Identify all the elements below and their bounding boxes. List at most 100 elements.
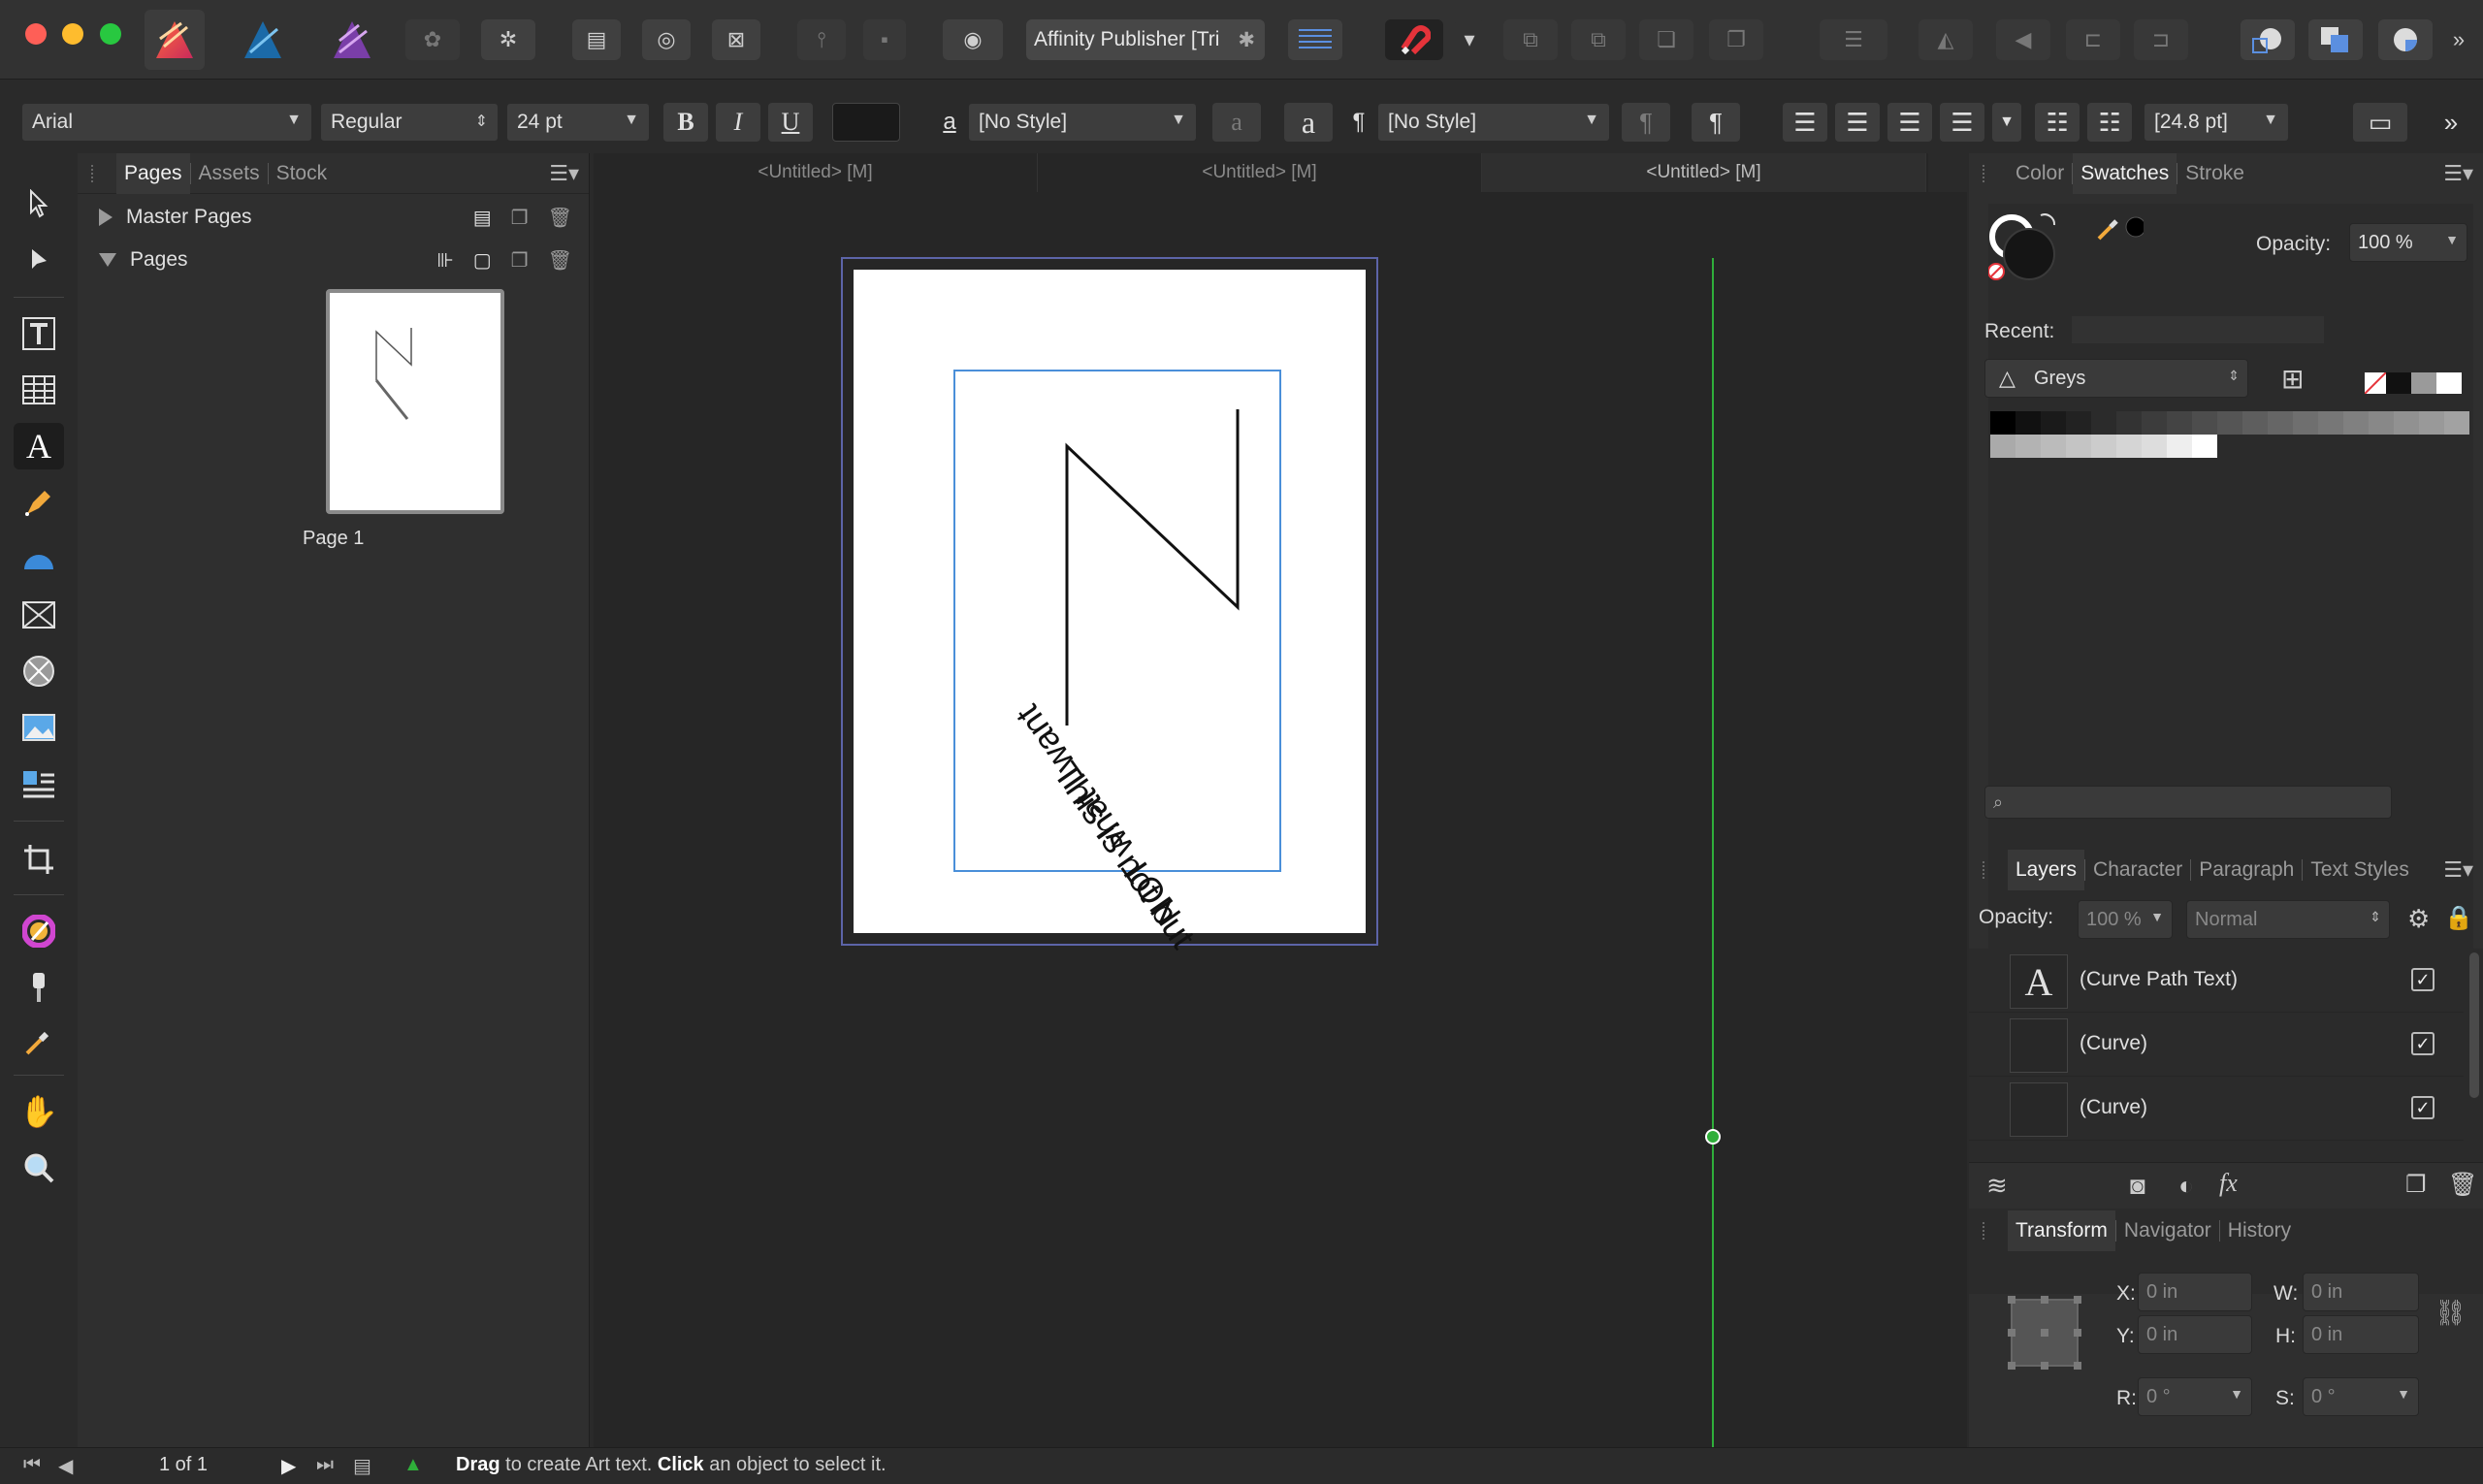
panel-menu-icon[interactable]: ☰▾ [2443, 857, 2473, 883]
swatch[interactable] [2192, 411, 2217, 435]
palette-view-icon[interactable]: ⊞ [2281, 363, 2304, 395]
boolean-add-icon[interactable] [2241, 19, 2295, 60]
w-field[interactable]: 0 in [2303, 1273, 2419, 1311]
tab-assets[interactable]: Assets [191, 153, 268, 194]
align-icon[interactable]: ☰ [1820, 19, 1887, 60]
swatch[interactable] [2015, 411, 2041, 435]
baseline-grid-icon[interactable] [1288, 19, 1342, 60]
alignment-dropdown-icon[interactable]: ▼ [1992, 103, 2021, 142]
shear-field[interactable]: 0 ° ▼ [2303, 1377, 2419, 1416]
rotate-left-icon[interactable]: ⊏ [2066, 19, 2120, 60]
fill-tool-icon[interactable] [14, 908, 64, 954]
bullet-list-button[interactable]: ☷ [2035, 103, 2080, 142]
collapse-triangle-icon[interactable] [99, 253, 116, 267]
anchor-selector-icon[interactable] [2006, 1294, 2083, 1371]
y-field[interactable]: 0 in [2138, 1315, 2252, 1354]
move-to-back-icon[interactable]: ❐ [1709, 19, 1763, 60]
preview-eye-icon[interactable]: ◉ [943, 19, 1003, 60]
bold-button[interactable]: B [663, 103, 708, 142]
layer-row[interactable]: A (Curve Path Text) ✓ [1969, 949, 2464, 1013]
add-page-icon[interactable]: ▢ [473, 248, 492, 273]
pages-row[interactable]: Pages ⊪ ▢ ❐ 🗑 [78, 239, 590, 281]
swatch[interactable] [2142, 411, 2167, 435]
character-style-select[interactable]: [No Style] ▼ [968, 103, 1197, 142]
text-wrap-tool-icon[interactable] [14, 760, 64, 807]
duplicate-page-icon[interactable]: ❐ [511, 248, 529, 273]
swatch[interactable] [2167, 435, 2192, 458]
delete-master-icon[interactable]: 🗑 [548, 206, 572, 230]
swatch[interactable] [2041, 411, 2066, 435]
fx-icon[interactable]: fx [2219, 1169, 2238, 1198]
boolean-intersect-icon[interactable] [2378, 19, 2433, 60]
swatch[interactable] [1990, 411, 2015, 435]
swatch[interactable] [2192, 435, 2217, 458]
none-swatch[interactable] [2365, 372, 2386, 394]
mask-icon[interactable]: ◙ [2130, 1171, 2145, 1201]
pin-icon[interactable]: ⫯ [797, 19, 846, 60]
layer-row[interactable]: (Curve) ✓ [1969, 1077, 2464, 1141]
tab-paragraph[interactable]: Paragraph [2191, 850, 2302, 890]
swatch[interactable] [2066, 411, 2091, 435]
layers-scrollbar[interactable] [2469, 952, 2479, 1098]
add-layer-icon[interactable]: ❐ [2405, 1171, 2427, 1199]
font-style-select[interactable]: Regular ⇕ [320, 103, 499, 142]
h-field[interactable]: 0 in [2303, 1315, 2419, 1354]
italic-button[interactable]: I [716, 103, 760, 142]
preflight-icon[interactable]: ◎ [642, 19, 691, 60]
place-image-icon[interactable]: ⊠ [712, 19, 760, 60]
next-page-icon[interactable]: ▶ [281, 1454, 296, 1478]
tab-stroke[interactable]: Stroke [2177, 153, 2252, 194]
rotate-right-icon[interactable]: ⊐ [2134, 19, 2188, 60]
swatch-search-field[interactable]: ⌕ [1984, 786, 2392, 819]
fill-stroke-selector[interactable] [1988, 206, 2144, 283]
document-title-button[interactable]: Affinity Publisher [Tri ✱ [1026, 19, 1265, 60]
panel-grip-icon[interactable] [1983, 861, 1988, 879]
layer-visibility-checkbox[interactable]: ✓ [2411, 968, 2435, 991]
align-center-button[interactable]: ☰ [1835, 103, 1880, 142]
swatch[interactable] [2318, 411, 2343, 435]
swatch[interactable] [2217, 411, 2242, 435]
move-forward-icon[interactable]: ⧉ [1571, 19, 1626, 60]
last-page-icon[interactable]: ⏭ [316, 1454, 334, 1476]
document-setup-icon[interactable]: ▤ [572, 19, 621, 60]
zoom-tool-icon[interactable] [14, 1145, 64, 1191]
artistic-text-tool-icon[interactable]: A [14, 423, 64, 469]
page-thumbnail[interactable] [326, 289, 504, 514]
place-image-tool-icon[interactable] [14, 704, 64, 751]
document-tab-2[interactable]: <Untitled> [M] [1038, 153, 1482, 192]
window-minimize-button[interactable] [62, 23, 83, 45]
text-frame-icon[interactable]: ▭ [2353, 103, 2407, 142]
color-picker-tool-icon[interactable] [14, 1018, 64, 1065]
swatch[interactable] [2419, 411, 2444, 435]
tab-navigator[interactable]: Navigator [2116, 1210, 2219, 1251]
swatch-opacity-field[interactable]: 100 % ▼ [2349, 223, 2467, 262]
numbered-list-button[interactable]: ☷ [2087, 103, 2132, 142]
underline-button[interactable]: U [768, 103, 813, 142]
toolbar-overflow-icon[interactable]: » [2444, 19, 2473, 60]
leading-field[interactable]: [24.8 pt] ▼ [2144, 103, 2289, 142]
apply-para-style-button[interactable]: ¶ [1692, 103, 1740, 142]
swatch[interactable] [2041, 435, 2066, 458]
document-close-icon[interactable]: ✱ [1238, 28, 1255, 52]
frame-text-tool-icon[interactable] [14, 310, 64, 357]
font-size-field[interactable]: 24 pt ▼ [506, 103, 650, 142]
point-icon[interactable]: ▪ [863, 19, 906, 60]
panel-grip-icon[interactable] [1983, 1222, 1988, 1240]
assistant-icon[interactable]: ✿ [405, 19, 460, 60]
publisher-persona-icon[interactable] [145, 10, 205, 70]
designer-persona-icon[interactable] [233, 10, 293, 70]
window-close-button[interactable] [25, 23, 47, 45]
shape-tool-icon[interactable] [14, 535, 64, 582]
text-color-swatch[interactable] [832, 103, 900, 142]
swatch-black[interactable] [2386, 372, 2411, 394]
tab-history[interactable]: History [2220, 1210, 2299, 1251]
first-page-icon[interactable]: ⏮ [23, 1454, 41, 1476]
link-dimensions-icon[interactable]: ⛓ [2435, 1298, 2467, 1328]
layer-row[interactable]: (Curve) ✓ [1969, 1013, 2464, 1077]
adjustment-icon[interactable]: ◐ [2178, 1171, 2194, 1201]
tab-character[interactable]: Character [2085, 850, 2190, 890]
crop-tool-icon[interactable] [14, 836, 64, 883]
swatch[interactable] [2444, 411, 2469, 435]
swatch[interactable] [2066, 435, 2091, 458]
delete-page-icon[interactable]: 🗑 [548, 248, 572, 273]
